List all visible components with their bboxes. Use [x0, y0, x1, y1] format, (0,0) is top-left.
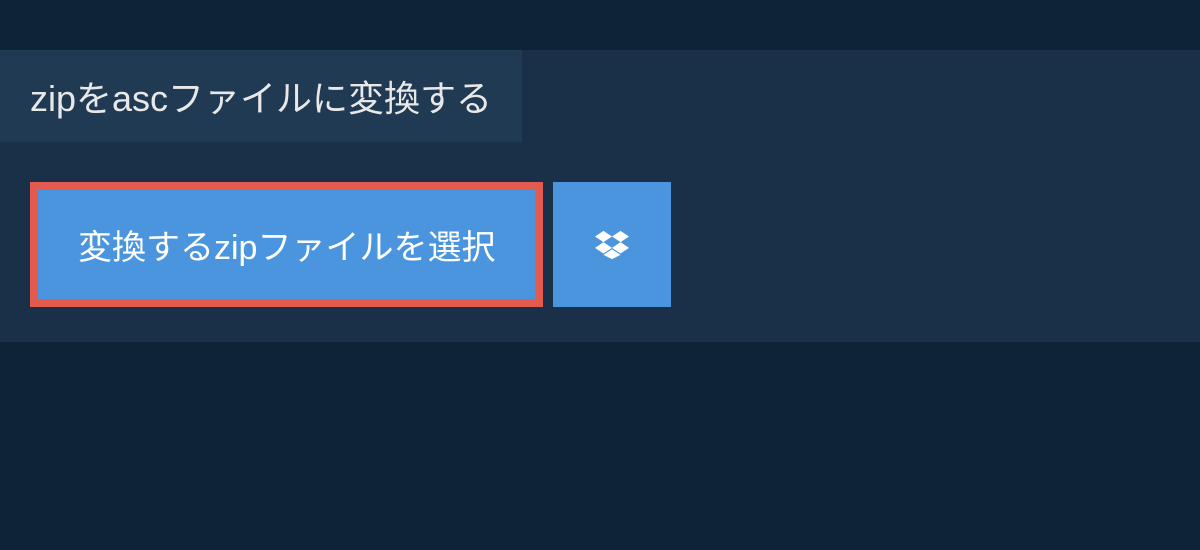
- dropbox-button[interactable]: [553, 182, 671, 307]
- button-row: 変換するzipファイルを選択: [30, 182, 1200, 307]
- converter-panel: zipをascファイルに変換する 変換するzipファイルを選択: [0, 50, 1200, 342]
- dropbox-icon: [595, 228, 629, 262]
- select-file-button[interactable]: 変換するzipファイルを選択: [30, 182, 543, 307]
- title-container: zipをascファイルに変換する: [0, 50, 522, 142]
- page-title: zipをascファイルに変換する: [30, 70, 492, 122]
